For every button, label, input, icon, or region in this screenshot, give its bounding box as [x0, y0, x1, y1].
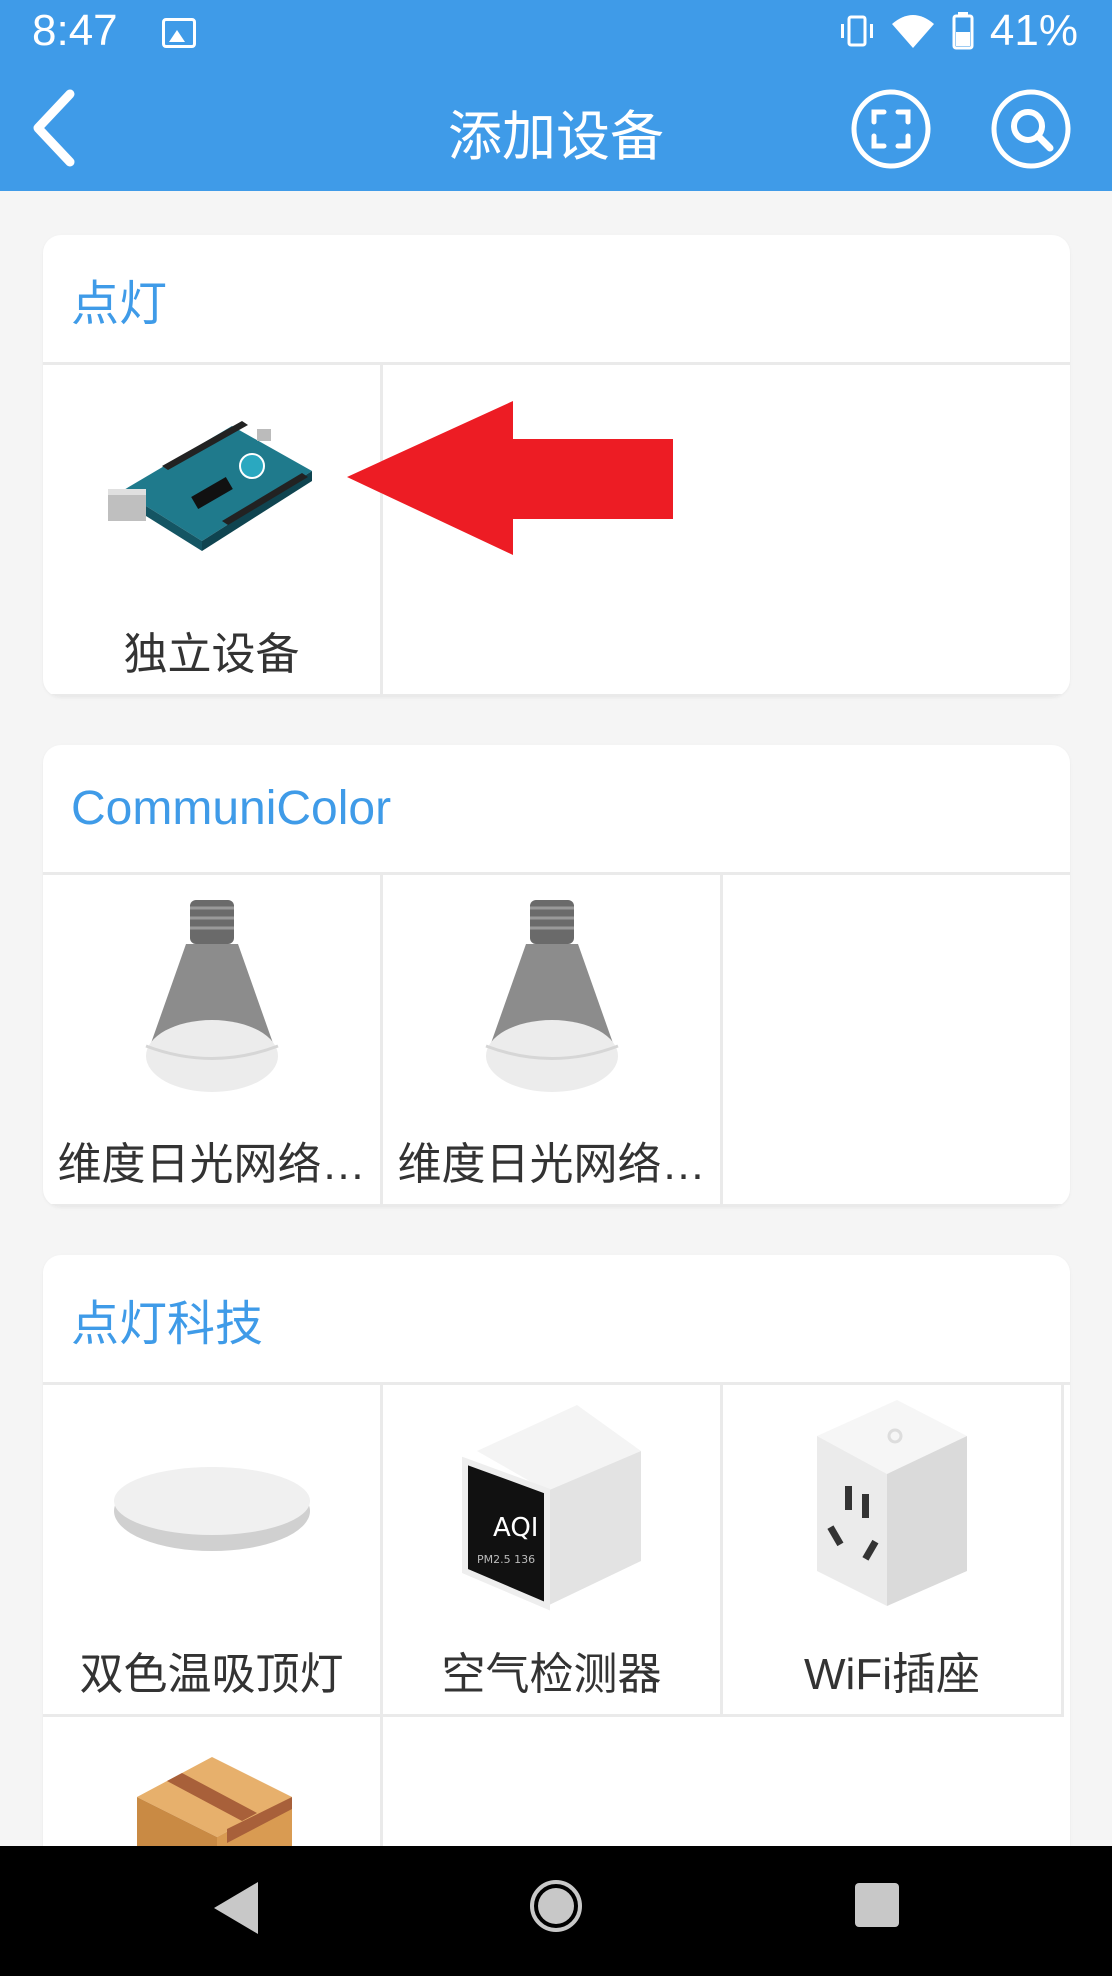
tile-label: 维度日光网络… — [397, 1140, 706, 1189]
section-card-diandeng: 点灯 独立设备 — [43, 235, 1070, 697]
tile-label: WiFi插座 — [804, 1650, 980, 1699]
vibrate-icon — [840, 15, 873, 47]
section-card-communicolor: CommuniColor 维度日光网络… 维度日光网络… — [43, 745, 1070, 1207]
aqi-brand: AQI — [493, 1513, 538, 1543]
device-tile-wifi-socket[interactable]: WiFi插座 — [723, 1385, 1064, 1717]
wifi-icon — [891, 15, 934, 48]
tile-label: 双色温吸顶灯 — [79, 1650, 344, 1699]
system-nav-bar — [0, 1846, 1112, 1976]
section-card-diandeng-keji: 点灯科技 双色温吸顶灯 AQI PM2.5 136 空气检测器 WiFi插座 — [43, 1255, 1070, 1875]
image-notification-icon — [162, 18, 196, 48]
air-detector-icon: AQI PM2.5 136 — [383, 1401, 720, 1611]
section-title: 点灯科技 — [43, 1255, 1070, 1385]
bulb-icon — [43, 891, 380, 1101]
status-time: 8:47 — [32, 6, 118, 55]
device-tile-air-detector[interactable]: AQI PM2.5 136 空气检测器 — [383, 1385, 723, 1717]
battery-icon — [952, 12, 974, 50]
device-tile-standalone[interactable]: 独立设备 — [43, 365, 383, 697]
empty-cell — [347, 365, 1064, 697]
battery-percent: 41% — [989, 6, 1078, 55]
section-title: CommuniColor — [43, 745, 1070, 875]
ceiling-light-icon — [43, 1401, 380, 1611]
page-title: 添加设备 — [448, 107, 664, 167]
app-bar: 8:47 41% 添加设备 — [0, 0, 1112, 191]
arduino-board-icon — [43, 381, 380, 591]
tile-label: 空气检测器 — [441, 1650, 662, 1699]
section-title: 点灯 — [43, 235, 1070, 365]
nav-home-icon[interactable] — [528, 1878, 584, 1934]
wifi-socket-icon — [723, 1400, 1061, 1611]
red-arrow-annotation — [347, 401, 673, 555]
status-bar: 8:47 41% — [0, 0, 1112, 66]
tile-label: 维度日光网络… — [57, 1140, 366, 1189]
nav-back-icon[interactable] — [210, 1880, 260, 1936]
device-tile-ceiling-light[interactable]: 双色温吸顶灯 — [43, 1385, 383, 1717]
tile-label: 独立设备 — [123, 630, 300, 679]
nav-recents-icon[interactable] — [855, 1883, 899, 1927]
bulb-icon — [383, 891, 720, 1101]
aqi-line: PM2.5 136 — [477, 1553, 535, 1566]
search-icon[interactable] — [990, 88, 1072, 170]
empty-cell — [723, 875, 1064, 1207]
device-tile-bulb-1[interactable]: 维度日光网络… — [43, 875, 383, 1207]
device-tile-bulb-2[interactable]: 维度日光网络… — [383, 875, 723, 1207]
scan-icon[interactable] — [850, 88, 932, 170]
